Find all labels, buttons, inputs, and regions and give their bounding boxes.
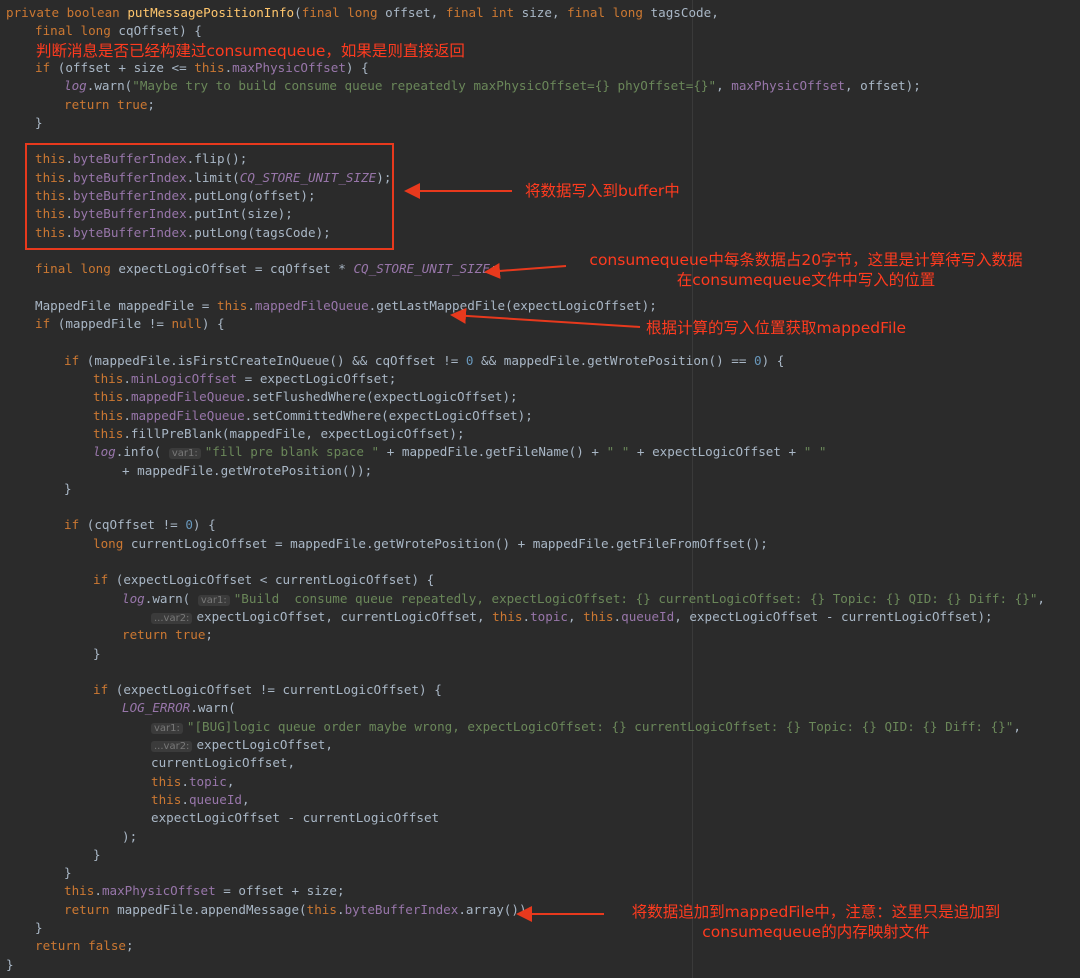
arrow-get-mapped: [450, 307, 641, 328]
arrow-calc-position: [484, 262, 567, 279]
annotation-arrows: [404, 183, 641, 922]
